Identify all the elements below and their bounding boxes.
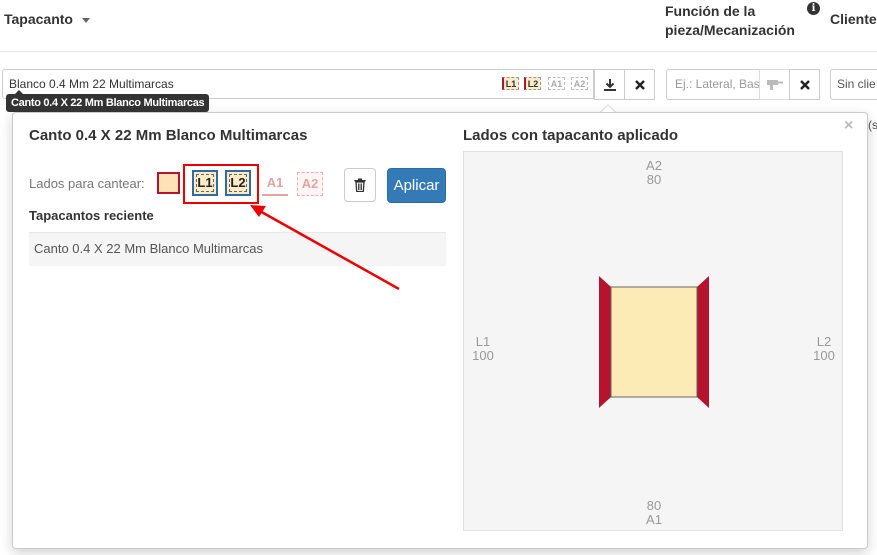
- edge-color-swatch[interactable]: [157, 172, 180, 194]
- side-toggle-a2[interactable]: A2: [297, 172, 323, 196]
- delete-button[interactable]: [344, 168, 376, 202]
- apply-button[interactable]: Aplicar: [387, 168, 446, 203]
- diagram-top-label: A2 80: [634, 159, 674, 187]
- background-text-fragment: (s: [868, 118, 877, 132]
- right-side-value: 100: [813, 348, 835, 363]
- piece-face: [610, 286, 698, 398]
- right-edge-band: [697, 276, 709, 408]
- mini-side-a2: A2: [571, 77, 588, 90]
- download-button[interactable]: [594, 69, 625, 100]
- diagram-left-label: L1 100: [463, 335, 503, 363]
- bottom-side-value: 80: [646, 498, 662, 513]
- funcion-input[interactable]: Ej.: Lateral, Bas: [666, 69, 760, 100]
- left-side-name: L1: [475, 334, 491, 349]
- tapacanto-label: Tapacanto: [4, 11, 73, 27]
- close-icon: [799, 79, 810, 90]
- diagram-bottom-label: 80 A1: [634, 499, 674, 527]
- funcion-line1: Función de la: [665, 3, 756, 19]
- right-side-name: L2: [816, 334, 832, 349]
- top-side-value: 80: [646, 172, 662, 187]
- diagram-right-label: L2 100: [804, 335, 844, 363]
- lados-label: Lados para cantear:: [29, 176, 145, 191]
- funcion-clear-button[interactable]: [789, 69, 820, 100]
- side-toggle-a1[interactable]: A1: [262, 170, 288, 196]
- mini-side-a1: A1: [548, 77, 565, 90]
- left-side-value: 100: [472, 348, 494, 363]
- piece-shape: [599, 276, 709, 408]
- annotation-highlight-box: [183, 164, 259, 204]
- recent-item[interactable]: Canto 0.4 X 22 Mm Blanco Multimarcas: [29, 232, 446, 266]
- column-header-tapacanto[interactable]: Tapacanto: [4, 11, 90, 27]
- popover-arrow-inner: [601, 105, 615, 112]
- clear-button[interactable]: [624, 69, 655, 100]
- funcion-line2: pieza/Mecanización: [665, 22, 795, 38]
- close-icon: [634, 79, 645, 90]
- drill-button[interactable]: [759, 69, 790, 100]
- mini-side-l1: L1: [502, 77, 519, 90]
- column-header-cliente: Cliente: [830, 11, 877, 27]
- info-icon[interactable]: i: [807, 2, 820, 15]
- top-side-name: A2: [646, 158, 662, 173]
- popover-title: Canto 0.4 X 22 Mm Blanco Multimarcas: [29, 127, 308, 144]
- download-icon: [603, 78, 616, 91]
- left-edge-band: [599, 276, 611, 408]
- column-header-funcion: Función de la pieza/Mecanización: [665, 2, 805, 40]
- popover-close-button[interactable]: ×: [844, 117, 853, 135]
- tapacanto-input-value: Blanco 0.4 Mm 22 Multimarcas: [9, 77, 174, 91]
- tooltip: Canto 0.4 X 22 Mm Blanco Multimarcas: [6, 94, 210, 112]
- mini-side-l2: L2: [524, 77, 541, 90]
- cliente-input[interactable]: Sin clie: [830, 69, 877, 100]
- header-divider: [0, 51, 877, 52]
- bottom-side-name: A1: [646, 512, 662, 527]
- drill-icon: [766, 79, 783, 90]
- diagram-title: Lados con tapacanto aplicado: [463, 127, 679, 144]
- caret-down-icon: [81, 17, 90, 23]
- recent-title: Tapacantos reciente: [29, 208, 154, 223]
- trash-icon: [354, 178, 366, 192]
